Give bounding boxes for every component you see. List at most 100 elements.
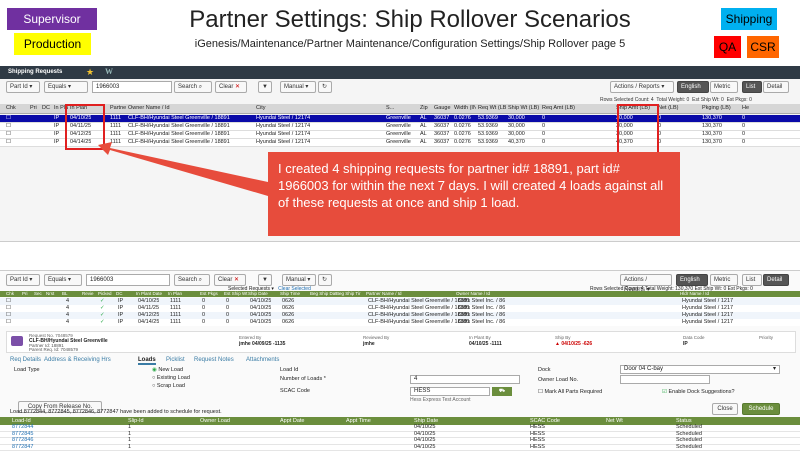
- favorite-star-icon[interactable]: ★: [86, 67, 94, 78]
- column-header-13[interactable]: Ship Wt (LB): [508, 104, 540, 113]
- radio-new-load[interactable]: ◉ New Load: [152, 367, 183, 373]
- tab-request-notes[interactable]: Request Notes: [194, 357, 234, 363]
- filter-operator-select-2[interactable]: Equals ▾: [44, 274, 82, 286]
- mode-select-2[interactable]: Manual ▾: [282, 274, 316, 286]
- app-bar: Shipping Requests ★ W: [0, 66, 800, 79]
- row-checkbox[interactable]: ☐: [6, 138, 11, 147]
- num-loads-input[interactable]: 4: [410, 375, 520, 384]
- close-button[interactable]: Close: [712, 403, 738, 415]
- filter-field-select[interactable]: Part Id ▾: [6, 81, 40, 93]
- actions-reports-button-2[interactable]: Actions / Reports ▾: [620, 274, 672, 286]
- clear-button-2[interactable]: Clear ✕: [214, 274, 246, 286]
- tab-loads[interactable]: Loads: [138, 357, 156, 365]
- load-column-header-4[interactable]: Appt Time: [346, 417, 371, 425]
- owner-load-input[interactable]: [620, 375, 710, 384]
- column-header-9[interactable]: Zip: [420, 104, 432, 113]
- cell-city: Greenville: [386, 138, 411, 147]
- load-id-link[interactable]: 8772847: [12, 444, 33, 451]
- scac-label: SCAC Code: [280, 388, 310, 394]
- filter-field-select-2[interactable]: Part Id ▾: [6, 274, 40, 286]
- enable-dock-checkbox[interactable]: ☑ Enable Dock Suggestions?: [662, 389, 735, 395]
- scac-input[interactable]: HESS: [410, 387, 490, 396]
- column-header-1[interactable]: Pri: [30, 104, 40, 113]
- filter-icon-2[interactable]: ▼: [258, 274, 272, 286]
- table-row[interactable]: ☐4IP04/14/2511110004/10/250626CLF-BH/Hyu…: [0, 319, 800, 326]
- column-header-2[interactable]: DC: [42, 104, 52, 113]
- column-header-6[interactable]: Owner Name / Id: [128, 104, 254, 113]
- column-header-11[interactable]: Width (IN): [454, 104, 476, 113]
- dock-select[interactable]: Door 04 C-bay▾: [620, 365, 780, 374]
- refresh-icon[interactable]: ↻: [318, 81, 332, 93]
- mark-all-parts-checkbox[interactable]: ☐ Mark All Parts Required: [538, 389, 602, 395]
- list-view-toggle-2[interactable]: List: [742, 274, 762, 286]
- clear-button[interactable]: Clear ✕: [215, 81, 247, 93]
- tab-attachments[interactable]: Attachments: [246, 357, 279, 363]
- column-header-3[interactable]: Nrst: [46, 289, 62, 298]
- column-header-17[interactable]: Pkging (LB): [702, 104, 740, 113]
- schedule-message: Load 8772844, 8772845, 8772846, 8772847 …: [10, 409, 222, 415]
- load-column-header-3[interactable]: Appt Date: [280, 417, 304, 425]
- entered-by-label: Entered By: [239, 335, 261, 340]
- search-icon: ⌕: [199, 84, 202, 90]
- refresh-icon-2[interactable]: ↻: [318, 274, 332, 286]
- english-toggle-2[interactable]: English: [676, 274, 708, 286]
- column-header-2[interactable]: Sec: [34, 289, 46, 298]
- column-header-16[interactable]: Net (LB): [658, 104, 700, 113]
- cell-nrst: 4: [66, 318, 69, 327]
- ship-by: ▲ 04/10/25 -626: [555, 341, 592, 347]
- filter-icon[interactable]: ▼: [258, 81, 272, 93]
- mode-select[interactable]: Manual ▾: [280, 81, 316, 93]
- tab-req-details[interactable]: Req Details: [10, 357, 41, 363]
- column-header-14[interactable]: Beg Ship Dat: [310, 289, 336, 298]
- cell-ship: 04/10/25: [250, 318, 271, 327]
- tab-picklist[interactable]: Picklist: [166, 357, 185, 363]
- column-header-4[interactable]: BL: [62, 289, 82, 298]
- column-header-18[interactable]: He: [742, 104, 786, 113]
- load-row[interactable]: 8772847104/10/25HESSScheduled: [0, 445, 800, 451]
- column-header-12[interactable]: Req Wt (LB): [478, 104, 506, 113]
- column-header-14[interactable]: Req Amt (LB): [542, 104, 614, 113]
- actions-reports-button[interactable]: Actions / Reports ▾: [610, 81, 674, 93]
- owner-load-label: Owner Load No.: [538, 377, 578, 383]
- data-code: IP: [683, 341, 688, 347]
- row-checkbox[interactable]: ☐: [6, 318, 11, 327]
- cell-dc: IP: [54, 138, 59, 147]
- filter-toolbar: Part Id ▾ Equals ▾ 1966003 Search ⌕ Clea…: [0, 81, 800, 97]
- filter-value-input[interactable]: 1966003: [92, 81, 172, 93]
- load-slip: 1: [128, 444, 131, 451]
- list-view-toggle[interactable]: List: [742, 81, 762, 93]
- cell-partner: CLF-BH/Hyundai Steel Greenville / 18891: [128, 138, 230, 147]
- filter-value-input-2[interactable]: 1966003: [86, 274, 170, 286]
- truck-lookup-icon[interactable]: ⛟: [492, 387, 512, 396]
- search-button-2[interactable]: Search ⌕: [174, 274, 210, 286]
- cell-plan: 1111: [110, 138, 121, 147]
- column-header-1[interactable]: Pri: [22, 289, 34, 298]
- highlight-date-column: [65, 104, 105, 150]
- column-header-8[interactable]: S...: [386, 104, 418, 113]
- radio-existing-load[interactable]: ○ Existing Load: [152, 375, 190, 381]
- column-header-7[interactable]: City: [256, 104, 384, 113]
- tab-address-receiving-hrs[interactable]: Address & Receiving Hrs: [44, 357, 111, 363]
- search-button[interactable]: Search ⌕: [174, 81, 212, 93]
- column-header-10[interactable]: Gauge (IN): [434, 104, 452, 113]
- column-header-15[interactable]: Beg Ship Tir: [336, 289, 366, 298]
- column-header-5[interactable]: Revie: [82, 289, 98, 298]
- radio-scrap-load[interactable]: ○ Scrap Load: [152, 383, 185, 389]
- column-header-5[interactable]: Partner Name / Id: [110, 104, 126, 113]
- reviewed-check-icon: ✓: [100, 318, 105, 327]
- schedule-button[interactable]: Schedule: [742, 403, 780, 415]
- metric-toggle[interactable]: Metric: [710, 81, 738, 93]
- column-header-0[interactable]: Chk: [6, 104, 28, 113]
- load-column-header-2[interactable]: Owner Load: [200, 417, 230, 425]
- reviewed-by: jmhe: [363, 341, 375, 347]
- cell-gauge: 0.0276: [454, 138, 471, 147]
- english-toggle[interactable]: English: [677, 81, 709, 93]
- load-column-header-7[interactable]: Net Wt: [606, 417, 623, 425]
- cell-dc: IP: [118, 318, 123, 327]
- load-scac: HESS: [530, 444, 545, 451]
- detail-view-toggle[interactable]: Detail: [763, 81, 789, 93]
- filter-operator-select[interactable]: Equals ▾: [44, 81, 88, 93]
- detail-view-toggle-2[interactable]: Detail: [763, 274, 789, 286]
- metric-toggle-2[interactable]: Metric: [710, 274, 738, 286]
- table-row[interactable]: ☐IP04/14/251111CLF-BH/Hyundai Steel Gree…: [0, 139, 800, 147]
